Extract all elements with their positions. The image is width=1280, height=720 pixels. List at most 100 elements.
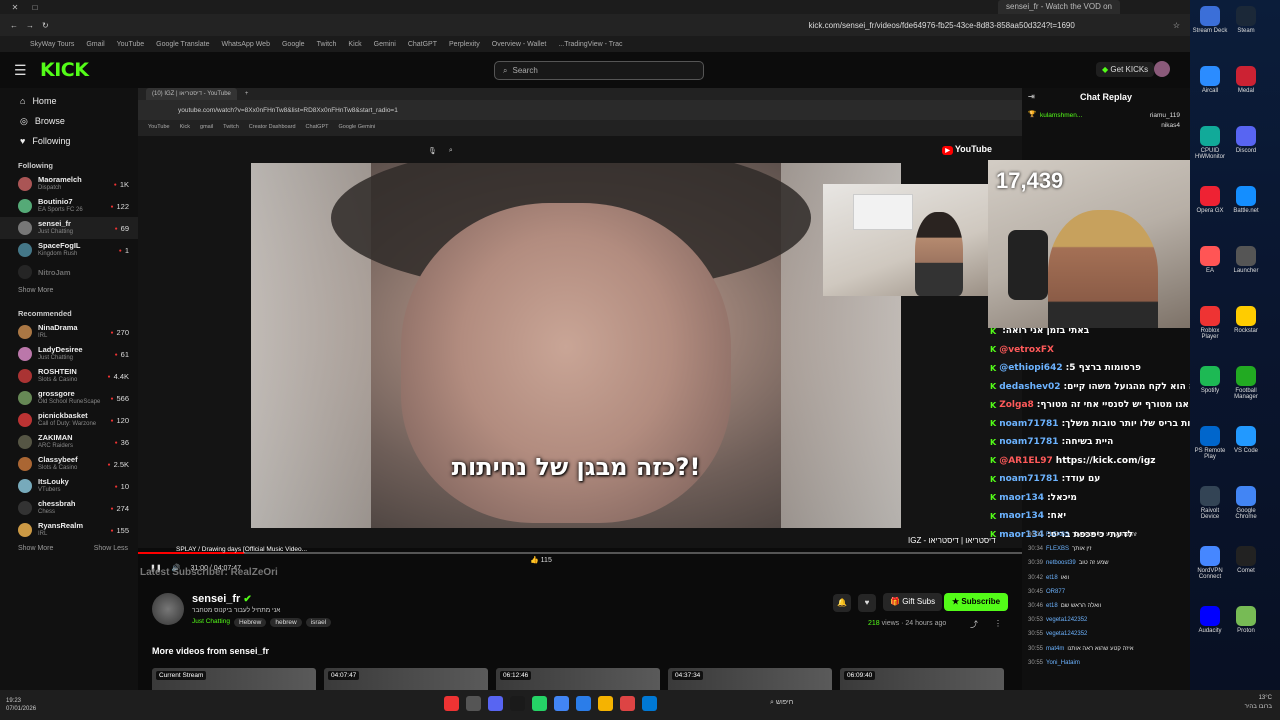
video-thumbnail[interactable]: 04:07:47 xyxy=(324,668,488,690)
chat-username[interactable]: vegeta1242352 xyxy=(1046,617,1087,623)
window-icon[interactable]: □ xyxy=(30,3,40,12)
desktop-icon[interactable]: Battle.net xyxy=(1228,186,1264,214)
taskbar-search[interactable]: ⌕ חיפוש xyxy=(770,699,793,707)
show-more-following[interactable]: Show More xyxy=(0,283,138,299)
taskbar-app-icon[interactable] xyxy=(554,696,569,711)
tag-0[interactable]: Hebrew xyxy=(233,618,267,627)
menu-icon[interactable]: ☰ xyxy=(14,62,40,79)
bookmark-item[interactable]: Twitch xyxy=(317,41,337,48)
more-options-icon[interactable]: ⋮ xyxy=(994,619,1002,628)
desktop-icon[interactable]: Google Chrome xyxy=(1228,486,1264,520)
desktop-icon[interactable]: VS Code xyxy=(1228,426,1264,454)
sidebar-channel-spacefogil[interactable]: SpaceFogILKingdom Rush 1 xyxy=(0,239,138,261)
video-thumbnail[interactable]: Current Stream xyxy=(152,668,316,690)
tag-2[interactable]: israel xyxy=(305,618,332,627)
desktop-icon[interactable]: Spotify xyxy=(1192,366,1228,394)
desktop-icon[interactable]: EA xyxy=(1192,246,1228,274)
video-thumbnail[interactable]: 06:12:46 xyxy=(496,668,660,690)
desktop-icon[interactable]: Raivolt Device xyxy=(1192,486,1228,520)
stream-player[interactable]: (10) IGZ | דיסטריאו - YouTube + youtube.… xyxy=(138,88,1022,554)
desktop-icon[interactable]: Aircall xyxy=(1192,66,1228,94)
channel-category[interactable]: Just Chatting xyxy=(192,618,230,627)
desktop-icon[interactable]: Stream Deck xyxy=(1192,6,1228,34)
desktop-icon[interactable]: Roblox Player xyxy=(1192,306,1228,340)
sidebar-channel-classybeef[interactable]: ClassybeefSlots & Casino 2.5K xyxy=(0,453,138,475)
url-field[interactable]: kick.com/sensei_fr/videos/fde64976-fb25-… xyxy=(809,21,1075,30)
sidebar-channel-nitrojam[interactable]: NitroJam xyxy=(0,261,138,283)
nav-item-browse[interactable]: ◎ Browse xyxy=(0,111,138,131)
taskbar-app-icon[interactable] xyxy=(598,696,613,711)
taskbar-app-icon[interactable] xyxy=(444,696,459,711)
taskbar-app-icon[interactable] xyxy=(532,696,547,711)
desktop-icon[interactable]: PS Remote Play xyxy=(1192,426,1228,460)
sidebar-channel-grossgore[interactable]: grossgoreOld School RuneScape 566 xyxy=(0,387,138,409)
bookmark-item[interactable]: Kick xyxy=(348,41,361,48)
kick-logo[interactable]: KICK xyxy=(40,59,89,81)
reload-icon[interactable]: ↻ xyxy=(42,21,49,30)
like-count[interactable]: 👍 115 xyxy=(530,556,552,564)
desktop-icon[interactable]: Launcher xyxy=(1228,246,1264,274)
channel-avatar[interactable] xyxy=(152,593,184,625)
chat-username[interactable]: FLEXBS xyxy=(1046,546,1069,552)
collapse-chat-icon[interactable]: ⇥ xyxy=(1028,88,1035,106)
taskbar-app-icon[interactable] xyxy=(510,696,525,711)
subscribe-button[interactable]: ★ Subscribe xyxy=(944,593,1009,611)
user-avatar[interactable] xyxy=(1154,61,1170,77)
back-icon[interactable]: ← xyxy=(10,21,18,30)
taskbar-app-icon[interactable] xyxy=(576,696,591,711)
bookmark-item[interactable]: Google Translate xyxy=(156,41,209,48)
chat-username[interactable]: et18 xyxy=(1046,575,1058,581)
chat-username[interactable]: vegeta1242352 xyxy=(1046,631,1087,637)
tag-1[interactable]: hebrew xyxy=(270,618,302,627)
bookmark-item[interactable]: Gmail xyxy=(86,41,104,48)
video-thumbnail[interactable]: 06:09:40 xyxy=(840,668,1004,690)
desktop-icon[interactable]: Discord xyxy=(1228,126,1264,154)
sidebar-channel-itslouky[interactable]: ItsLoukyVTubers 10 xyxy=(0,475,138,497)
chat-username[interactable]: mat4m xyxy=(1046,646,1064,652)
bookmark-item[interactable]: WhatsApp Web xyxy=(221,41,270,48)
chat-username[interactable]: Yoni_Hataim xyxy=(1046,660,1080,666)
desktop-icon[interactable]: NordVPN Connect xyxy=(1192,546,1228,580)
gift-subs-button[interactable]: 🎁 Gift Subs xyxy=(883,593,943,611)
desktop-icon[interactable]: Medal xyxy=(1228,66,1264,94)
desktop-icon[interactable]: Football Manager xyxy=(1228,366,1264,400)
taskbar-app-icon[interactable] xyxy=(642,696,657,711)
desktop-icon[interactable]: Proton xyxy=(1228,606,1264,634)
taskbar-app-icon[interactable] xyxy=(466,696,481,711)
chat-username[interactable]: netboost39 xyxy=(1046,560,1076,566)
sidebar-channel-roshtein[interactable]: ROSHTEINSlots & Casino 4.4K xyxy=(0,365,138,387)
nav-item-home[interactable]: ⌂ Home xyxy=(0,91,138,111)
taskbar-clock[interactable]: 19:23 07/01/2026 xyxy=(6,697,36,713)
share-icon[interactable]: ⤴ xyxy=(970,619,978,630)
sidebar-channel-zakiman[interactable]: ZAKIMANARC Raiders 36 xyxy=(0,431,138,453)
desktop-icon[interactable]: CPUID HWMonitor xyxy=(1192,126,1228,160)
nav-item-following[interactable]: ♥ Following xyxy=(0,131,138,151)
desktop-icon[interactable]: Steam xyxy=(1228,6,1264,34)
video-thumbnail[interactable]: 04:37:34 xyxy=(668,668,832,690)
bookmark-item[interactable]: Gemini xyxy=(374,41,396,48)
close-window-icon[interactable]: ✕ xyxy=(10,3,20,12)
star-icon[interactable]: ☆ xyxy=(1173,21,1180,30)
sidebar-channel-ryansrealm[interactable]: RyansRealmIRL 155 xyxy=(0,519,138,541)
follow-heart-icon[interactable]: ♥ xyxy=(858,594,876,612)
bookmark-item[interactable]: YouTube xyxy=(117,41,145,48)
sidebar-channel-picnickbasket[interactable]: picnickbasketCall of Duty: Warzone 120 xyxy=(0,409,138,431)
sidebar-channel-ninadrama[interactable]: NinaDramaIRL 270 xyxy=(0,321,138,343)
notification-bell-icon[interactable]: 🔔 xyxy=(833,594,851,612)
bookmark-item[interactable]: ChatGPT xyxy=(408,41,437,48)
forward-icon[interactable]: → xyxy=(26,21,34,30)
search-input[interactable]: ⌕ Search xyxy=(494,61,704,80)
sidebar-channel-sensei_fr[interactable]: sensei_frJust Chatting 69 xyxy=(0,217,138,239)
taskbar-app-icon[interactable] xyxy=(488,696,503,711)
taskbar-app-icon[interactable] xyxy=(620,696,635,711)
sidebar-channel-maoramelch[interactable]: MaoramelchDispatch 1K xyxy=(0,173,138,195)
desktop-icon[interactable]: Rockstar xyxy=(1228,306,1264,334)
chat-username[interactable]: FLEXBS xyxy=(1046,532,1069,538)
chat-username[interactable]: OR877 xyxy=(1046,589,1065,595)
bookmark-item[interactable]: Perplexity xyxy=(449,41,480,48)
sidebar-channel-boutinio7[interactable]: Boutinio7EA Sports FC 26 122 xyxy=(0,195,138,217)
channel-name[interactable]: sensei_fr ✔ xyxy=(192,593,252,605)
chat-username[interactable]: et18 xyxy=(1046,603,1058,609)
show-more-recommended[interactable]: Show More Show Less xyxy=(0,541,138,557)
weather-widget[interactable]: 13°C ברובו בהיר xyxy=(1245,694,1272,712)
